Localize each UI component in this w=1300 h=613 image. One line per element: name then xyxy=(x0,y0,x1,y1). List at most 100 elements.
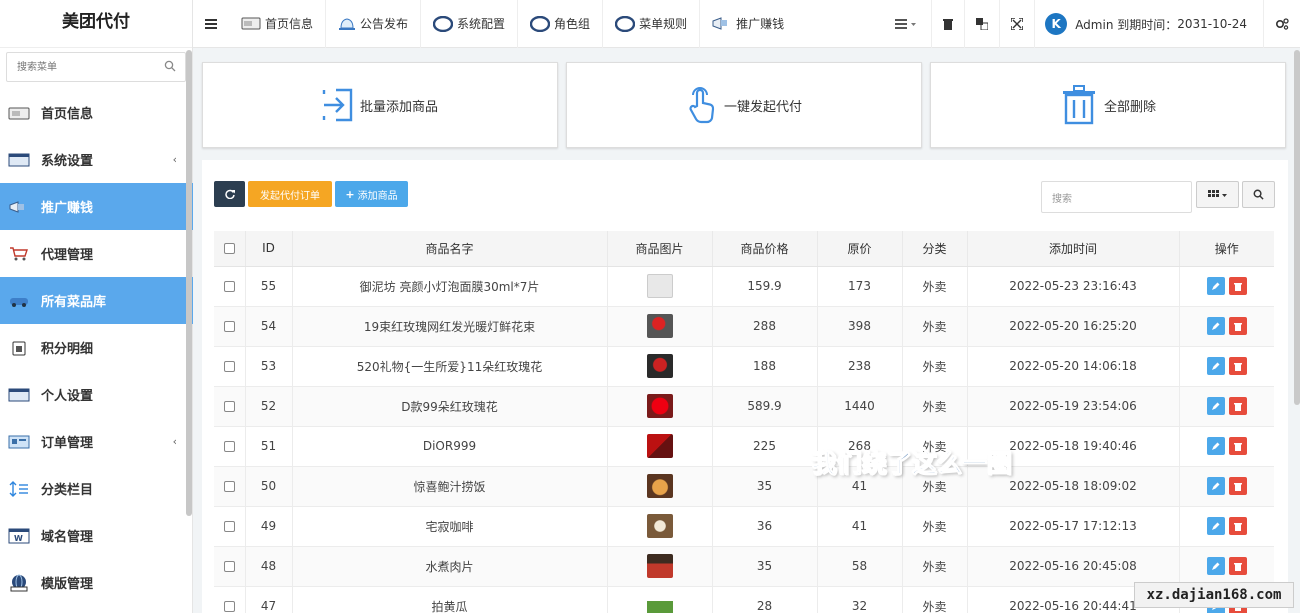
tab-announcement[interactable]: 公告发布 xyxy=(326,0,422,48)
row-checkbox[interactable] xyxy=(223,601,235,612)
product-thumbnail[interactable] xyxy=(646,514,673,538)
sidebar-scrollbar[interactable] xyxy=(186,50,192,516)
launch-pay-order-button[interactable]: 发起代付订单 xyxy=(248,181,332,207)
row-checkbox[interactable] xyxy=(223,521,235,532)
product-thumbnail[interactable] xyxy=(646,594,673,613)
edit-button[interactable] xyxy=(1206,557,1225,575)
refresh-icon xyxy=(224,189,235,199)
row-checkbox[interactable] xyxy=(223,481,235,492)
menu-search-box[interactable] xyxy=(6,52,186,82)
col-orig[interactable]: 原价 xyxy=(816,231,902,267)
edit-button[interactable] xyxy=(1206,397,1225,415)
tab-label: 菜单规则 xyxy=(639,17,688,31)
table-row[interactable]: 54 19束红玫瑰网红发光暖灯鲜花束 288 398 外卖 2022-05-20 16:2… xyxy=(214,306,1274,347)
edit-button[interactable] xyxy=(1206,357,1225,375)
col-category[interactable]: 分类 xyxy=(901,231,967,267)
edit-button[interactable] xyxy=(1206,317,1225,335)
tab-menu-rules[interactable]: 菜单规则 xyxy=(603,0,701,48)
tab-system-config[interactable]: 系统配置 xyxy=(421,0,519,48)
brand-logo[interactable]: 美团代付 xyxy=(0,0,192,48)
fullscreen-button[interactable] xyxy=(999,0,1034,48)
product-thumbnail[interactable] xyxy=(646,554,673,578)
delete-button[interactable] xyxy=(1228,477,1247,495)
table-row[interactable]: 50 惊喜鲍汁捞饭 35 41 外卖 2022-05-18 18:09:02 xyxy=(214,466,1274,507)
table-row[interactable]: 55 御泥坊 亮颜小灯泡面膜30ml*7片 159.9 173 外卖 2022-05-23… xyxy=(214,266,1274,307)
translate-button[interactable] xyxy=(964,0,999,48)
delete-button[interactable] xyxy=(1228,317,1247,335)
home-info-icon xyxy=(241,17,261,30)
table-row[interactable]: 53 520礼物{一生所爱}11朵红玫瑰花 188 238 外卖 2022-05-20 1… xyxy=(214,346,1274,387)
settings-button[interactable] xyxy=(1263,0,1300,48)
card-label: 一键发起代付 xyxy=(723,99,802,115)
sidebar-item-category[interactable]: 分类栏目 xyxy=(0,465,193,512)
sidebar-item-domain[interactable]: W 域名管理 xyxy=(0,512,193,559)
sidebar-item-promote[interactable]: 推广赚钱 xyxy=(0,183,193,230)
product-thumbnail[interactable] xyxy=(646,434,673,458)
row-checkbox[interactable] xyxy=(223,361,235,372)
edit-button[interactable] xyxy=(1206,277,1225,295)
search-button[interactable] xyxy=(1242,181,1275,208)
col-price[interactable]: 商品价格 xyxy=(711,231,817,267)
nav-dropdown-toggle[interactable] xyxy=(881,0,931,48)
delete-button[interactable] xyxy=(1228,357,1247,375)
chevron-left-icon: ‹ xyxy=(172,435,177,448)
add-product-button[interactable]: + 添加商品 xyxy=(335,181,408,207)
row-checkbox[interactable] xyxy=(223,561,235,572)
sidebar-item-template[interactable]: 模版管理 xyxy=(0,559,193,606)
menu-search-input[interactable] xyxy=(7,53,157,81)
column-toggle-button[interactable] xyxy=(1196,181,1239,208)
cell-name: 520礼物{一生所爱}11朵红玫瑰花 xyxy=(291,346,607,387)
product-thumbnail[interactable] xyxy=(646,314,673,338)
delete-button[interactable] xyxy=(1228,437,1247,455)
tab-promote[interactable]: 推广赚钱 xyxy=(700,0,796,48)
one-click-pay-card[interactable]: 一键发起代付 xyxy=(566,62,922,148)
col-name[interactable]: 商品名字 xyxy=(291,231,607,267)
row-checkbox[interactable] xyxy=(223,281,235,292)
sidebar-item-orders[interactable]: 订单管理 ‹ xyxy=(0,418,193,465)
sidebar-item-profile[interactable]: 个人设置 xyxy=(0,371,193,418)
col-id[interactable]: ID xyxy=(244,231,292,267)
delete-button[interactable] xyxy=(1228,277,1247,295)
table-row[interactable]: 47 拍黄瓜 28 32 外卖 2022-05-16 20:44:41 xyxy=(214,586,1274,613)
table-row[interactable]: 48 水煮肉片 35 58 外卖 2022-05-16 20:45:08 xyxy=(214,546,1274,587)
table-row[interactable]: 49 宅寂咖啡 36 41 外卖 2022-05-17 17:12:13 xyxy=(214,506,1274,547)
sidebar-item-system-settings[interactable]: 系统设置 ‹ xyxy=(0,136,193,183)
delete-button[interactable] xyxy=(1228,557,1247,575)
product-thumbnail[interactable] xyxy=(646,274,673,298)
row-checkbox[interactable] xyxy=(223,401,235,412)
delete-button[interactable] xyxy=(1228,397,1247,415)
select-all-checkbox[interactable] xyxy=(223,243,235,255)
delete-all-card[interactable]: 全部删除 xyxy=(930,62,1286,148)
admin-user-menu[interactable]: K Admin 到期时间： 2031-10-24 xyxy=(1034,0,1263,48)
hamburger-menu-icon[interactable] xyxy=(193,18,229,29)
page-scrollbar[interactable] xyxy=(1294,50,1300,405)
row-checkbox[interactable] xyxy=(223,441,235,452)
product-thumbnail[interactable] xyxy=(646,474,673,498)
sidebar-item-points[interactable]: 积分明细 xyxy=(0,324,193,371)
row-checkbox[interactable] xyxy=(223,321,235,332)
batch-add-card[interactable]: 批量添加商品 xyxy=(202,62,558,148)
table-search-input[interactable]: 搜索 xyxy=(1041,181,1192,213)
search-icon[interactable] xyxy=(164,60,176,72)
edit-button[interactable] xyxy=(1206,477,1225,495)
delete-button[interactable] xyxy=(1228,517,1247,535)
refresh-button[interactable] xyxy=(214,181,245,207)
edit-button[interactable] xyxy=(1206,437,1225,455)
tab-role-group[interactable]: 角色组 xyxy=(518,0,604,48)
product-thumbnail[interactable] xyxy=(646,394,673,418)
cell-orig: 238 xyxy=(816,346,902,387)
tab-home[interactable]: 首页信息 xyxy=(229,0,327,48)
edit-button[interactable] xyxy=(1206,517,1225,535)
sidebar-item-home[interactable]: 首页信息 xyxy=(0,89,193,136)
col-image[interactable]: 商品图片 xyxy=(606,231,712,267)
cell-category: 外卖 xyxy=(901,346,967,387)
sidebar-item-dishes[interactable]: 所有菜品库 xyxy=(0,277,193,324)
product-thumbnail[interactable] xyxy=(646,354,673,378)
sidebar-item-agent[interactable]: 代理管理 xyxy=(0,230,193,277)
trash-icon xyxy=(1233,562,1242,571)
clear-cache-button[interactable] xyxy=(931,0,964,48)
col-time[interactable]: 添加时间 xyxy=(966,231,1179,267)
product-panel: 发起代付订单 + 添加商品 搜索 ID 商品名字 商品图片 商品价格 原价 分类… xyxy=(202,160,1288,613)
table-row[interactable]: 52 D款99朵红玫瑰花 589.9 1440 外卖 2022-05-19 23:54:0… xyxy=(214,386,1274,427)
table-row[interactable]: 51 DiOR999 225 268 外卖 2022-05-18 19:40:46 xyxy=(214,426,1274,467)
